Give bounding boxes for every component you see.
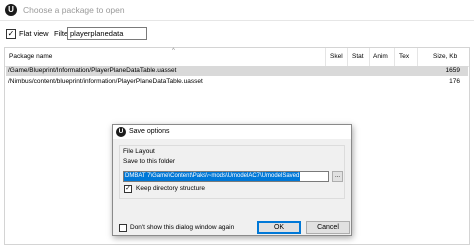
- window-title: Choose a package to open: [23, 5, 125, 15]
- column-divider[interactable]: [394, 48, 395, 66]
- column-divider[interactable]: [325, 48, 326, 66]
- sort-ascending-icon: ^: [172, 48, 175, 54]
- column-header-anim[interactable]: Anim: [373, 53, 388, 60]
- unreal-app-icon: U: [5, 4, 17, 16]
- save-options-dialog: U Save options File Layout Save to this …: [112, 124, 352, 236]
- column-divider[interactable]: [417, 48, 418, 66]
- save-folder-value: DMBAT 7\Game\Content\Paks\~mods\UmodelAC…: [124, 172, 301, 181]
- package-row[interactable]: /Game/Blueprint/Information/PlayerPlaneD…: [6, 66, 468, 76]
- filter-input[interactable]: playerplanedata: [67, 27, 147, 40]
- package-path: /Game/Blueprint/Information/PlayerPlaneD…: [8, 67, 177, 74]
- dont-show-again-checkbox[interactable]: [119, 224, 127, 232]
- dont-show-again-label: Don't show this dialog window again: [130, 224, 235, 231]
- save-folder-label: Save to this folder: [123, 158, 176, 165]
- flat-view-checkbox[interactable]: ✓: [6, 29, 16, 39]
- column-header-stat[interactable]: Stat: [352, 53, 364, 60]
- browse-folder-button[interactable]: ...: [332, 171, 343, 182]
- file-layout-group: File Layout Save to this folder DMBAT 7\…: [119, 145, 345, 199]
- flat-view-label: Flat view: [19, 29, 49, 38]
- package-path: /Nimbus/content/blueprint/information/Pl…: [8, 78, 203, 85]
- unreal-dialog-icon: U: [116, 127, 126, 137]
- list-header: Package name ^ Skel Stat Anim Tex Size, …: [5, 48, 469, 67]
- package-size: 176: [449, 78, 460, 85]
- package-row[interactable]: /Nimbus/content/blueprint/information/Pl…: [6, 77, 468, 87]
- dialog-title-bar[interactable]: U Save options: [113, 125, 351, 139]
- column-header-skel[interactable]: Skel: [330, 53, 343, 60]
- column-divider[interactable]: [369, 48, 370, 66]
- column-divider[interactable]: [347, 48, 348, 66]
- column-header-package-name[interactable]: Package name: [9, 53, 52, 60]
- package-size: 1659: [445, 67, 460, 74]
- column-header-size[interactable]: Size, Kb: [433, 53, 457, 60]
- cancel-button[interactable]: Cancel: [306, 221, 350, 234]
- save-folder-input[interactable]: DMBAT 7\Game\Content\Paks\~mods\UmodelAC…: [123, 171, 329, 182]
- keep-directory-structure-checkbox[interactable]: ✓: [124, 185, 132, 193]
- dialog-title: Save options: [129, 128, 170, 135]
- keep-directory-structure-label: Keep directory structure: [136, 185, 206, 192]
- ok-button[interactable]: OK: [257, 221, 301, 234]
- column-header-tex[interactable]: Tex: [399, 53, 409, 60]
- title-bar: U Choose a package to open: [0, 0, 474, 21]
- file-layout-label: File Layout: [123, 148, 155, 155]
